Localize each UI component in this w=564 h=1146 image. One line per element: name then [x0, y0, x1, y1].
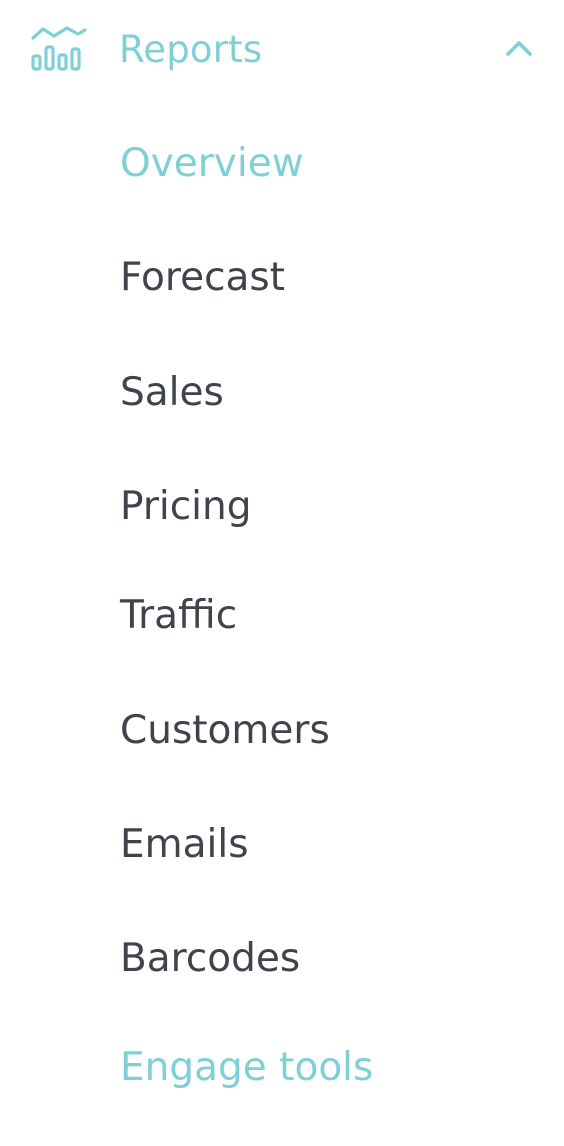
menu-item-customers[interactable]: Customers	[120, 707, 330, 755]
menu-item-traffic[interactable]: Traffic	[120, 592, 237, 640]
reports-section-header[interactable]: Reports	[0, 0, 564, 104]
reports-chart-icon	[30, 25, 88, 73]
reports-nav-menu: Reports Overview Forecast Sales Pricing …	[0, 0, 564, 1146]
reports-section-title: Reports	[119, 28, 263, 71]
menu-item-forecast[interactable]: Forecast	[120, 254, 285, 302]
chevron-up-icon[interactable]	[503, 36, 535, 60]
menu-item-overview[interactable]: Overview	[120, 140, 304, 188]
menu-item-emails[interactable]: Emails	[120, 821, 249, 869]
menu-item-pricing[interactable]: Pricing	[120, 483, 251, 531]
menu-item-engage-tools[interactable]: Engage tools	[120, 1044, 373, 1092]
menu-item-sales[interactable]: Sales	[120, 369, 224, 417]
menu-item-barcodes[interactable]: Barcodes	[120, 935, 300, 983]
